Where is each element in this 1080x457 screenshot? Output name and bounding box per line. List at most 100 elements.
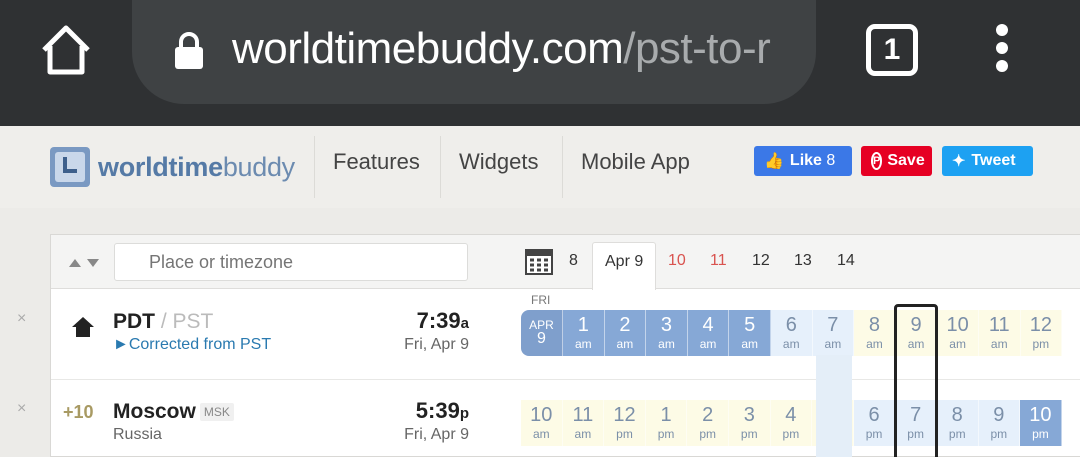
time-suffix: a	[460, 315, 469, 332]
url-text: worldtimebuddy.com/pst-to-r	[232, 24, 771, 74]
hour-ampm: pm	[990, 427, 1008, 441]
hour-cell[interactable]: 9 pm	[978, 400, 1021, 446]
day-tab-13[interactable]: 13	[794, 252, 812, 270]
hour-cell[interactable]: 2 am	[604, 310, 647, 356]
hour-cell[interactable]: 9 am	[895, 310, 938, 356]
hour-cell[interactable]: 11 am	[978, 310, 1021, 356]
hour-cell[interactable]: 12 pm	[1020, 310, 1063, 356]
home-timezone-icon	[72, 317, 94, 337]
hour-cell[interactable]: 10 pm	[1020, 400, 1062, 446]
hour-ampm: pm	[699, 427, 716, 441]
hour-cell[interactable]: 3 pm	[728, 400, 771, 446]
timezone-row-pdt: × PDT / PST ►Corrected from PST 7:39a Fr…	[17, 290, 1080, 378]
timezone-subtitle: ►Corrected from PST	[113, 336, 272, 353]
weekday-label: FRI	[531, 293, 551, 307]
current-date: Fri, Apr 9	[404, 426, 469, 443]
hour-number: 9	[910, 314, 922, 336]
hour-number: 2	[619, 314, 631, 336]
hour-ampm: am	[616, 337, 634, 351]
timezone-name[interactable]: PDT / PST	[113, 310, 213, 334]
hour-cell[interactable]: 5 am	[729, 310, 771, 356]
hour-number: 10	[530, 404, 553, 426]
hour-ampm: am	[574, 427, 592, 441]
hour-cell[interactable]: 4 am	[687, 310, 730, 356]
hour-cell[interactable]: 7 am	[812, 310, 855, 356]
hour-cell[interactable]: 8 am	[854, 310, 896, 356]
hour-number: 7	[910, 404, 922, 426]
hour-number: 4	[702, 314, 714, 336]
hour-ampm: am	[658, 337, 675, 351]
day-tab-10[interactable]: 10	[668, 252, 686, 270]
site-logo[interactable]: worldtimebuddy	[48, 136, 295, 198]
hour-ampm: pm	[948, 427, 966, 441]
hour-ampm: am	[574, 337, 592, 351]
hour-cell[interactable]: 11 am	[562, 400, 605, 446]
day-tab-14[interactable]: 14	[837, 252, 855, 270]
tz-alt: / PST	[160, 310, 214, 333]
hour-cell[interactable]: 6 pm	[853, 400, 896, 446]
timezone-name[interactable]: Moscow MSK	[113, 400, 234, 424]
day-tab-12[interactable]: 12	[752, 252, 770, 270]
hour-number: 10	[946, 314, 969, 336]
hour-number: 6	[785, 314, 797, 336]
hour-ampm: pm	[907, 427, 924, 441]
pinterest-save-button[interactable]: P Save	[861, 146, 932, 176]
hour-ampm: pm	[616, 427, 633, 441]
remove-row-icon[interactable]: ×	[17, 310, 26, 328]
remove-row-icon[interactable]: ×	[17, 400, 26, 418]
hour-ampm: am	[782, 337, 800, 351]
hour-cell[interactable]: 10 am	[521, 400, 563, 446]
hour-number: 12	[1029, 314, 1052, 336]
current-time: 5:39p	[389, 398, 469, 424]
hour-cell[interactable]: 6 am	[770, 310, 813, 356]
tab-switcher-button[interactable]: 1	[866, 24, 918, 76]
logo-text-bold: worldtime	[98, 151, 223, 182]
hour-number: 2	[702, 404, 714, 426]
hour-strip[interactable]: APR 9 1 am 2 am 3 am 4 am 5 am 6 am 7 am 8 am 9 am 10 am 11 am…	[521, 310, 1063, 356]
home-icon[interactable]	[38, 22, 94, 78]
hour-strip[interactable]: 10am11am12pm1pm2pm3pm4pm5pm6pm7pm8pm9pm1…	[521, 400, 1062, 446]
hour-cell[interactable]: 10 am	[937, 310, 979, 356]
country-name: Russia	[113, 426, 162, 443]
hour-number: 4	[785, 404, 797, 426]
pinterest-icon: P	[871, 152, 883, 170]
sort-arrows-icon[interactable]	[67, 255, 103, 269]
nav-mobile-app[interactable]: Mobile App	[562, 136, 690, 198]
place-search-input[interactable]	[114, 243, 468, 281]
facebook-like-button[interactable]: 👍 Like 8	[754, 146, 852, 176]
tz-abbr: PDT	[113, 310, 155, 333]
hour-ampm: pm	[1032, 337, 1050, 351]
hour-cell[interactable]: 1 am	[563, 310, 605, 356]
address-bar[interactable]: worldtimebuddy.com/pst-to-r	[132, 0, 816, 104]
overflow-menu-icon[interactable]	[990, 24, 1014, 74]
timezone-row-moscow: × +10 Moscow MSK Russia 5:39p Fri, Apr 9 …	[17, 379, 1080, 457]
hour-cell[interactable]: 7 pm	[895, 400, 937, 446]
date-cell[interactable]: APR 9	[521, 310, 563, 356]
hour-number: 7	[827, 314, 839, 336]
timezone-panel: + 8 Apr 9 10 11 12 13 14 × PDT / PST ►Co…	[17, 234, 1080, 457]
hour-number: 1	[577, 314, 589, 336]
nav-widgets[interactable]: Widgets	[440, 136, 538, 198]
day-tab-11[interactable]: 11	[710, 252, 727, 270]
hour-cell[interactable]: 2 pm	[687, 400, 729, 446]
day-tab-8[interactable]: 8	[569, 252, 578, 270]
hour-ampm: am	[824, 337, 842, 351]
time-main: 5:39	[415, 398, 460, 423]
twitter-tweet-button[interactable]: ✦ Tweet	[942, 146, 1033, 176]
hour-cell[interactable]: 8 pm	[936, 400, 979, 446]
thumbs-up-icon: 👍	[764, 153, 784, 170]
hour-cell[interactable]: 4 pm	[770, 400, 813, 446]
hour-number: 1	[660, 404, 672, 426]
correction-note: Corrected from PST	[128, 336, 272, 353]
hour-cell[interactable]: 12 pm	[604, 400, 646, 446]
day-tab-apr-9[interactable]: Apr 9	[592, 242, 657, 290]
hour-cell[interactable]: 3 am	[646, 310, 688, 356]
url-domain: worldtimebuddy.com	[232, 24, 624, 73]
date-cell-day: 9	[537, 330, 546, 347]
nav-features[interactable]: Features	[314, 136, 420, 198]
like-label: Like	[789, 152, 822, 169]
hour-number: 12	[613, 404, 636, 426]
hour-number: 3	[743, 404, 755, 426]
calendar-icon[interactable]	[525, 249, 553, 275]
hour-cell[interactable]: 1 pm	[645, 400, 688, 446]
